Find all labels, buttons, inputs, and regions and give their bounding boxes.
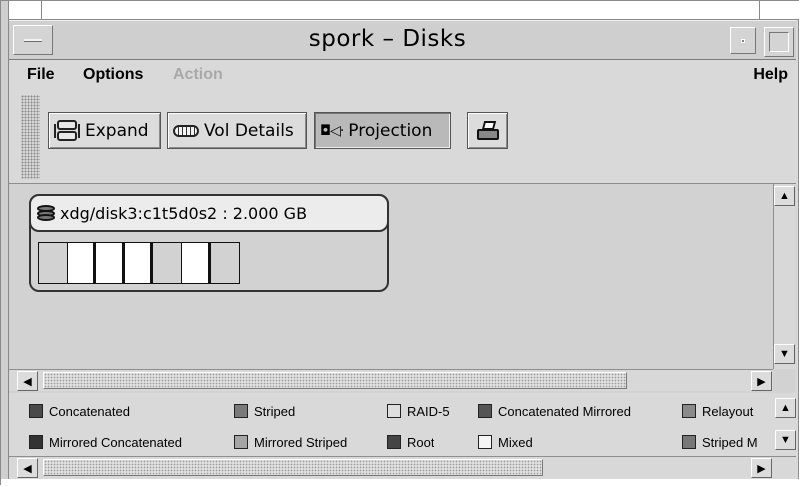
legend-item: Mirrored Concatenated [29, 431, 182, 453]
legend-panel: Concatenated Striped RAID-5 Concatenated Mi… [9, 396, 796, 454]
legend-item: RAID-5 [387, 400, 450, 422]
legend-swatch [234, 435, 248, 449]
print-button[interactable] [467, 112, 508, 149]
disk-segment[interactable] [181, 243, 211, 283]
disk-view-area[interactable]: xdg/disk3:c1t5d0s2 : 2.000 GB ▲ ▼ ◀ ▶ [9, 183, 796, 393]
legend-scroll-left-button[interactable]: ◀ [17, 458, 38, 478]
legend-scroll-right-button[interactable]: ▶ [751, 458, 772, 478]
maximize-icon [769, 32, 789, 52]
window-menu-icon [24, 39, 42, 42]
legend-label: Root [407, 434, 435, 450]
title-bar[interactable]: spork – Disks [9, 20, 796, 60]
legend-swatch [478, 404, 492, 418]
projection-button-label: Projection [348, 120, 433, 141]
legend-swatch [29, 404, 43, 418]
legend-swatch [682, 404, 696, 418]
disk-segment[interactable] [67, 243, 97, 283]
toolbar: Expand Vol Details ◘◁· Projection [21, 95, 791, 179]
legend-swatch [682, 435, 696, 449]
legend-item: Striped [234, 400, 295, 422]
legend-label: Mirrored Concatenated [49, 434, 182, 450]
window-top-border [1, 1, 799, 20]
legend-swatch [478, 435, 492, 449]
legend-label: Concatenated Mirrored [498, 403, 631, 419]
scroll-left-button[interactable]: ◀ [17, 371, 38, 391]
legend-scroll-down-button[interactable]: ▼ [775, 430, 796, 450]
legend-item: Mixed [478, 431, 533, 453]
legend-scroll-thumb[interactable] [43, 459, 543, 476]
main-horizontal-scrollbar[interactable]: ◀ ▶ [9, 369, 773, 391]
legend-item: Relayout [682, 400, 775, 422]
expand-icon [54, 119, 80, 143]
projection-button[interactable]: ◘◁· Projection [314, 112, 451, 149]
menu-options[interactable]: Options [83, 66, 143, 84]
disks-window: spork – Disks File Options Action Help E… [0, 0, 799, 486]
disk-label: xdg/disk3:c1t5d0s2 : 2.000 GB [60, 203, 308, 223]
vol-details-button-label: Vol Details [204, 120, 294, 141]
disk-segment[interactable] [210, 243, 240, 283]
disk-segment[interactable] [39, 243, 68, 283]
legend-label: Striped M [702, 434, 758, 450]
legend-label: Relayout [702, 403, 754, 419]
legend-swatch [234, 404, 248, 418]
disk-icon [37, 205, 57, 221]
legend-horizontal-scrollbar[interactable]: ◀ ▶ [9, 456, 796, 478]
legend-item: Mirrored Striped [234, 431, 347, 453]
menu-action[interactable]: Action [173, 66, 223, 84]
menu-help[interactable]: Help [753, 66, 788, 84]
legend-swatch [29, 435, 43, 449]
disk-panel[interactable]: xdg/disk3:c1t5d0s2 : 2.000 GB [29, 194, 389, 292]
legend-label: Concatenated [49, 403, 130, 419]
menu-bar: File Options Action Help [9, 61, 796, 89]
projection-icon: ◘◁· [320, 122, 344, 139]
disk-segment[interactable] [124, 243, 154, 283]
legend-row: Mirrored Concatenated Mirrored Striped Roo… [9, 431, 775, 453]
menu-file[interactable]: File [27, 66, 55, 84]
window-menu-button[interactable] [13, 25, 53, 55]
legend-row: Concatenated Striped RAID-5 Concatenated Mi… [9, 400, 775, 422]
printer-icon [476, 120, 500, 141]
disk-segment[interactable] [96, 243, 125, 283]
disk-header[interactable]: xdg/disk3:c1t5d0s2 : 2.000 GB [29, 194, 389, 232]
legend-item: Concatenated [29, 400, 130, 422]
minimize-button[interactable] [730, 27, 756, 54]
legend-item: Striped M [682, 431, 775, 453]
scroll-down-button[interactable]: ▼ [774, 344, 795, 364]
window-left-border [1, 1, 9, 486]
legend-vertical-scrollbar[interactable]: ▲ ▼ [775, 396, 796, 454]
expand-button-label: Expand [85, 120, 149, 141]
disk-segment[interactable] [153, 243, 182, 283]
scroll-up-button[interactable]: ▲ [774, 186, 795, 206]
vol-details-button[interactable]: Vol Details [167, 112, 307, 149]
window-title: spork – Disks [308, 26, 467, 52]
toolbar-grip[interactable] [21, 95, 40, 179]
legend-label: Mirrored Striped [254, 434, 348, 450]
legend-label: Mixed [498, 434, 533, 450]
vol-details-icon [173, 124, 199, 137]
legend-scroll-up-button[interactable]: ▲ [775, 398, 796, 418]
expand-button[interactable]: Expand [48, 112, 161, 149]
legend-label: Striped [254, 403, 296, 419]
scroll-right-button[interactable]: ▶ [751, 371, 772, 391]
legend-swatch [387, 435, 401, 449]
legend-item: Concatenated Mirrored [478, 400, 631, 422]
scroll-track[interactable] [774, 208, 795, 342]
legend-label: RAID-5 [407, 403, 450, 419]
main-vertical-scrollbar[interactable]: ▲ ▼ [773, 184, 795, 369]
maximize-button[interactable] [764, 27, 794, 57]
legend-item: Root [387, 431, 434, 453]
disk-segments [38, 242, 241, 284]
scroll-thumb[interactable] [43, 372, 627, 389]
legend-swatch [387, 404, 401, 418]
minimize-icon [741, 39, 745, 43]
